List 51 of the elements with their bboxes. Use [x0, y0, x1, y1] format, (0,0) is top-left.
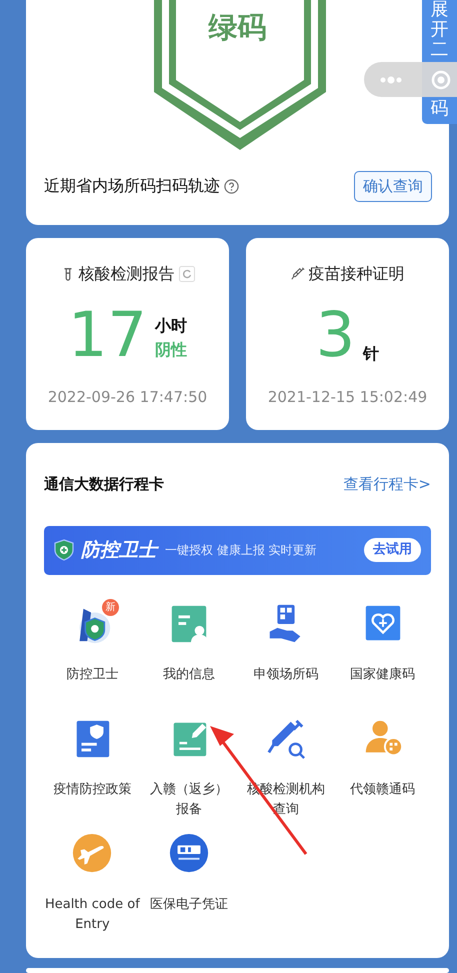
timestamp: 2022-09-26 17:47:50	[46, 387, 208, 408]
service-item[interactable]: 新 防控卫士	[44, 596, 141, 712]
refresh-icon	[178, 266, 194, 282]
service-label: 申领场所码	[252, 666, 320, 684]
menu-capsule[interactable]	[364, 62, 457, 97]
slogan-text: 一键授权 健康上报 实时更新	[165, 542, 318, 559]
service-item[interactable]: 我的信息	[140, 596, 238, 712]
status-text: 绿码	[208, 10, 266, 44]
service-label: 查询	[272, 800, 300, 818]
timestamp: 2021-12-15 15:02:49	[266, 387, 428, 408]
service-label: Health code of	[44, 896, 141, 914]
result-text: 阴性	[154, 339, 187, 361]
brand-name: 防控卫士	[81, 538, 157, 563]
confirm-button[interactable]: 确认查询	[354, 171, 432, 202]
section-title: 通信大数据行程卡	[44, 474, 164, 495]
try-button[interactable]: 去试用	[364, 538, 421, 562]
service-label: 医保电子凭证	[149, 896, 230, 914]
help-icon	[224, 178, 239, 194]
service-label: 入赣（返乡）	[149, 780, 230, 798]
service-label: 我的信息	[162, 666, 216, 684]
itinerary-link[interactable]: 查看行程卡>	[343, 473, 431, 496]
airplane-icon	[71, 832, 114, 874]
count-value: 17	[68, 304, 147, 366]
more-icon	[379, 76, 403, 84]
count-value: 3	[316, 304, 356, 366]
shield-icon	[54, 539, 74, 561]
service-label: 代领赣通码	[349, 780, 416, 798]
tab-text: 码	[430, 99, 448, 120]
trace-label: 近期省内场所码扫码轨迹	[44, 175, 220, 198]
unit-label: 小时	[154, 315, 187, 337]
service-item[interactable]: 代领赣通码	[334, 712, 431, 826]
service-item[interactable]: 医保电子凭证	[140, 826, 238, 942]
service-label: 防控卫士	[65, 666, 120, 684]
tab-text: 展开二	[430, 0, 448, 60]
service-label: 国家健康码	[349, 666, 416, 684]
card-title: 疫苗接种证明	[308, 263, 404, 285]
service-item[interactable]: 国家健康码	[334, 596, 431, 712]
target-icon	[431, 70, 451, 90]
unit-label: 针	[363, 343, 380, 365]
insurance-icon	[168, 832, 210, 874]
syringe-icon	[290, 266, 304, 282]
new-badge: 新	[102, 598, 119, 616]
service-label: 报备	[175, 800, 204, 818]
service-label: 疫情防控政策	[52, 780, 132, 798]
service-item[interactable]: 疫情防控政策	[44, 712, 141, 826]
service-item[interactable]: Health code of Entry	[44, 826, 141, 942]
card-title: 核酸检测报告	[78, 263, 174, 285]
promo-banner[interactable]: 防控卫士 一键授权 健康上报 实时更新 去试用	[44, 526, 431, 574]
service-item[interactable]: 申领场所码	[238, 596, 334, 712]
service-label: Entry	[74, 916, 111, 934]
service-item[interactable]: 入赣（返乡） 报备	[140, 712, 238, 826]
